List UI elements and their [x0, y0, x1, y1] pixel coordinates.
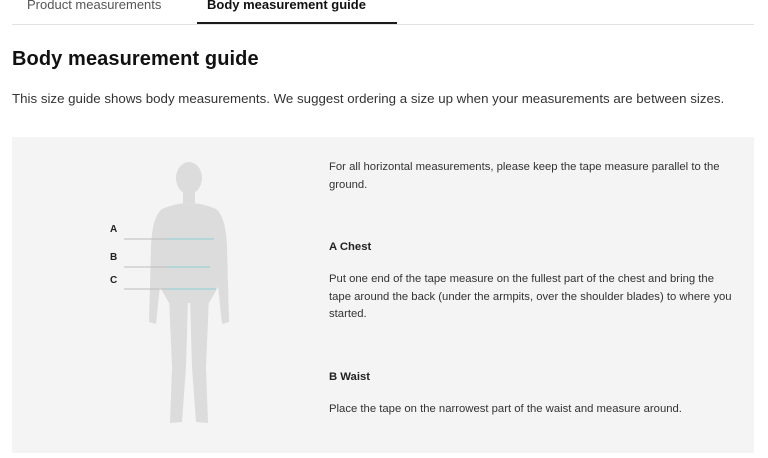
page-title: Body measurement guide: [12, 48, 259, 70]
tab-body-measurement-guide[interactable]: Body measurement guide: [207, 0, 366, 14]
body-figure: A B C: [12, 137, 312, 453]
tab-product-measurements[interactable]: Product measurements: [27, 0, 161, 14]
marker-a: A: [110, 224, 118, 235]
marker-c: C: [110, 275, 118, 286]
intro-text: This size guide shows body measurements.…: [12, 91, 725, 106]
waist-heading: B Waist: [329, 371, 371, 383]
active-tab-indicator: [197, 22, 397, 24]
general-instruction: For all horizontal measurements, please …: [329, 161, 720, 191]
marker-b: B: [110, 252, 118, 263]
waist-instruction: Place the tape on the narrowest part of …: [329, 403, 682, 415]
body-silhouette-illustration: [124, 162, 229, 423]
measurement-panel: A B C For all horizontal measurements, p…: [12, 137, 754, 453]
tab-bar: Product measurements Body measurement gu…: [12, 0, 754, 25]
chest-heading: A Chest: [329, 241, 372, 253]
chest-instruction: Put one end of the tape measure on the f…: [329, 273, 732, 321]
